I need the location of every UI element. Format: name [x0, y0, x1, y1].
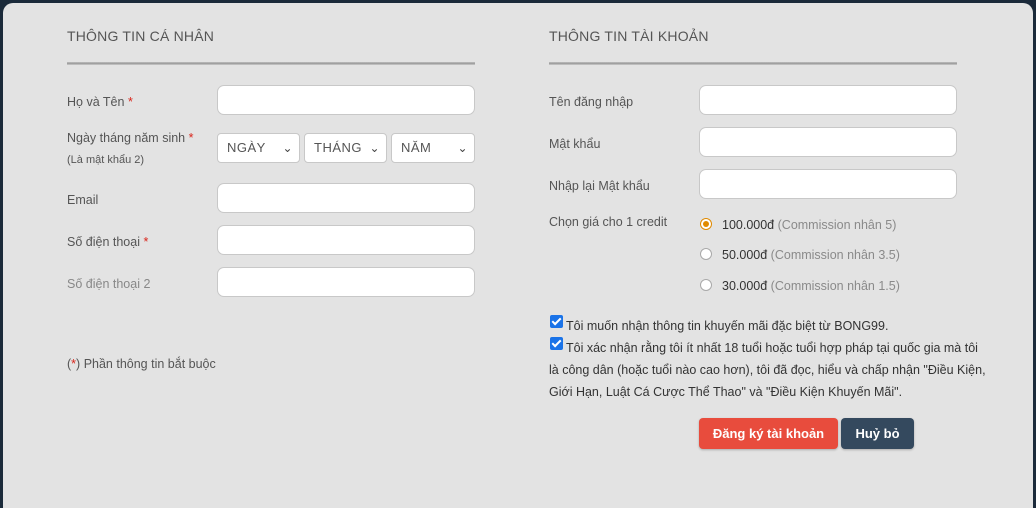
terms-text-line2: là công dân (hoặc tuổi nào cao hơn), tôi… [549, 363, 986, 377]
day-select[interactable]: NGÀY ⌄ [217, 133, 300, 163]
terms-text-line3: Giới Hạn, Luật Cá Cược Thể Thao" và "Điề… [549, 385, 903, 399]
phone2-label: Số điện thoại 2 [67, 277, 151, 291]
phone2-input[interactable] [217, 267, 475, 297]
dob-label: Ngày tháng năm sinh * [67, 131, 194, 145]
email-field[interactable] [217, 183, 475, 213]
credit-price-label: Chọn giá cho 1 credit [549, 215, 668, 229]
username-input[interactable] [699, 85, 957, 115]
radio-unselected-icon[interactable] [700, 279, 712, 291]
phone-label: Số điện thoại * [67, 235, 149, 249]
confirm-password-input[interactable] [699, 169, 957, 199]
chevron-down-icon: ⌄ [457, 141, 468, 155]
personal-info-divider [67, 62, 475, 65]
account-info-title: THÔNG TIN TÀI KHOẢN [549, 28, 709, 44]
radio-selected-icon[interactable] [700, 218, 712, 230]
dob-note: (Là mật khẩu 2) [67, 154, 145, 166]
required-fields-note: (*) Phần thông tin bắt buộc [67, 357, 216, 371]
cancel-button[interactable]: Huỷ bỏ [841, 418, 914, 449]
year-select[interactable]: NĂM ⌄ [391, 133, 475, 163]
password-label: Mật khẩu [549, 137, 601, 151]
radio-unselected-icon[interactable] [700, 248, 712, 260]
promo-consent-text: Tôi muốn nhận thông tin khuyến mãi đặc b… [566, 319, 889, 333]
phone-input[interactable] [217, 225, 475, 255]
password-input[interactable] [699, 127, 957, 157]
chevron-down-icon: ⌄ [369, 141, 380, 155]
register-button[interactable]: Đăng ký tài khoản [699, 418, 838, 449]
full-name-input[interactable] [217, 85, 475, 115]
account-info-divider [549, 62, 957, 65]
email-label: Email [67, 193, 99, 207]
chevron-down-icon: ⌄ [282, 141, 293, 155]
confirm-password-label: Nhập lại Mật khẩu [549, 179, 650, 193]
terms-checkbox[interactable] [550, 337, 563, 350]
promo-checkbox[interactable] [550, 315, 563, 328]
terms-text-line1: Tôi xác nhận rằng tôi ít nhất 18 tuổi ho… [566, 341, 978, 355]
personal-info-title: THÔNG TIN CÁ NHÂN [67, 28, 215, 44]
username-label: Tên đăng nhập [549, 95, 634, 109]
registration-form-panel: THÔNG TIN CÁ NHÂN Họ và Tên * Ngày tháng… [3, 3, 1033, 508]
full-name-label: Họ và Tên * [67, 95, 133, 109]
month-select[interactable]: THÁNG ⌄ [304, 133, 387, 163]
